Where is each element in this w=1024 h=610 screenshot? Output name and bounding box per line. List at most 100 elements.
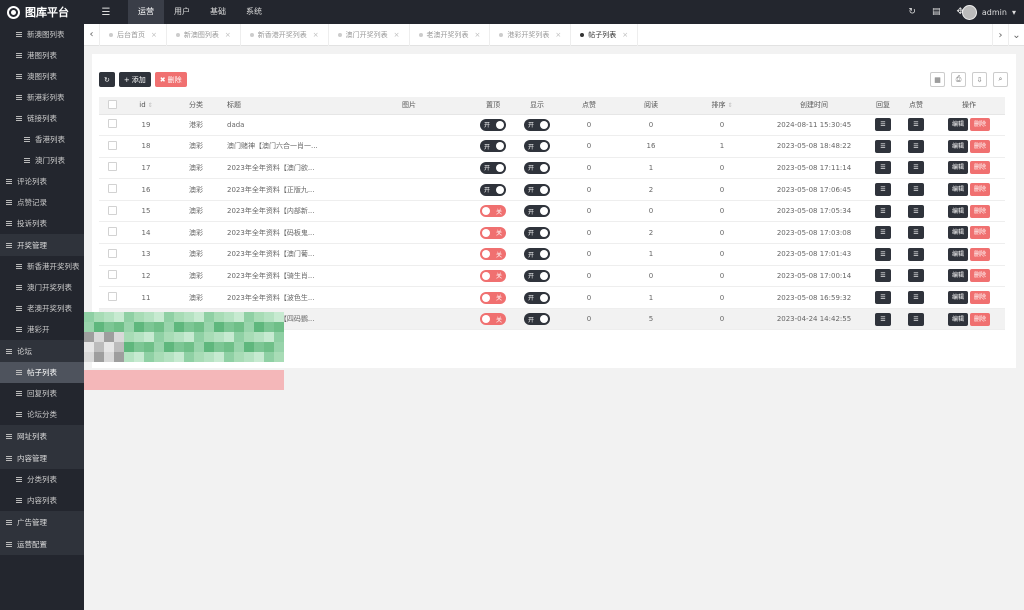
sidebar-item[interactable]: 内容列表 xyxy=(0,490,84,511)
sidebar-item[interactable]: 新澳图列表 xyxy=(0,24,84,45)
reply-button[interactable]: ☰ xyxy=(875,226,891,240)
show-toggle[interactable]: 开 xyxy=(524,269,550,282)
row-checkbox[interactable] xyxy=(107,119,117,129)
like-button[interactable]: ☰ xyxy=(908,226,924,240)
like-button[interactable]: ☰ xyxy=(908,139,924,153)
sidebar-item[interactable]: 澳门开奖列表 xyxy=(0,277,84,298)
show-toggle[interactable]: 开 xyxy=(524,140,550,153)
tab[interactable]: 老澳开奖列表 × xyxy=(410,23,491,46)
edit-button[interactable]: 编辑 xyxy=(947,226,968,240)
delete-row-button[interactable]: 删除 xyxy=(970,312,991,326)
close-icon[interactable]: × xyxy=(151,31,157,39)
like-button[interactable]: ☰ xyxy=(908,269,924,283)
show-toggle[interactable]: 开 xyxy=(524,205,550,218)
delete-row-button[interactable]: 删除 xyxy=(970,269,991,283)
show-toggle[interactable]: 开 xyxy=(524,313,550,326)
row-checkbox[interactable] xyxy=(107,184,117,194)
row-checkbox[interactable] xyxy=(107,292,117,302)
like-button[interactable]: ☰ xyxy=(908,183,924,197)
close-icon[interactable]: × xyxy=(475,31,481,39)
tab[interactable]: 港彩开奖列表 × xyxy=(490,23,572,46)
topnav-system[interactable]: 系统 xyxy=(236,0,272,24)
columns-icon[interactable]: ▦ xyxy=(930,72,945,87)
sidebar-item[interactable]: 香港列表 xyxy=(0,129,84,150)
top-toggle[interactable]: 关 xyxy=(480,269,506,282)
export-icon[interactable]: ⇩ xyxy=(972,72,987,87)
reply-button[interactable]: ☰ xyxy=(875,291,891,305)
like-button[interactable]: ☰ xyxy=(908,161,924,175)
sidebar-item[interactable]: 新港彩列表 xyxy=(0,87,84,108)
refresh-icon[interactable]: ↻ xyxy=(908,7,916,17)
row-checkbox[interactable] xyxy=(107,140,117,150)
reply-button[interactable]: ☰ xyxy=(875,312,891,326)
sidebar-item[interactable]: 运营配置 xyxy=(0,533,84,555)
sidebar-item[interactable]: 回复列表 xyxy=(0,383,84,404)
show-toggle[interactable]: 开 xyxy=(524,118,550,131)
topnav-users[interactable]: 用户 xyxy=(164,0,200,24)
sidebar-item[interactable]: 港图列表 xyxy=(0,45,84,66)
topnav-basic[interactable]: 基础 xyxy=(200,0,236,24)
close-icon[interactable]: × xyxy=(555,31,561,39)
top-toggle[interactable]: 开 xyxy=(480,161,506,174)
delete-row-button[interactable]: 删除 xyxy=(970,226,991,240)
sidebar-item[interactable]: 链接列表 xyxy=(0,108,84,129)
col-order[interactable]: 排序 ⇕ xyxy=(683,97,761,115)
user-menu[interactable]: admin ▾ xyxy=(961,0,1016,24)
close-icon[interactable]: × xyxy=(313,31,319,39)
menu-toggle-icon[interactable]: ☰ xyxy=(96,0,116,24)
refresh-button[interactable]: ↻ xyxy=(99,72,115,87)
select-all-checkbox[interactable] xyxy=(107,99,117,109)
print-icon[interactable]: ⎙ xyxy=(951,72,966,87)
sidebar-item[interactable]: 分类列表 xyxy=(0,469,84,490)
top-toggle[interactable]: 关 xyxy=(480,205,506,218)
sidebar-item[interactable]: 港彩开 xyxy=(0,319,84,340)
show-toggle[interactable]: 开 xyxy=(524,226,550,239)
add-button[interactable]: + 添加 xyxy=(118,72,151,87)
show-toggle[interactable]: 开 xyxy=(524,183,550,196)
edit-button[interactable]: 编辑 xyxy=(947,291,968,305)
chevron-right-icon[interactable]: › xyxy=(992,24,1008,46)
row-checkbox[interactable] xyxy=(107,205,117,215)
topnav-operations[interactable]: 运营 xyxy=(128,0,164,24)
delete-row-button[interactable]: 删除 xyxy=(970,139,991,153)
reply-button[interactable]: ☰ xyxy=(875,247,891,261)
close-icon[interactable]: × xyxy=(225,31,231,39)
reply-button[interactable]: ☰ xyxy=(875,204,891,218)
close-icon[interactable]: × xyxy=(394,31,400,39)
tab[interactable]: 澳门开奖列表 × xyxy=(329,23,410,46)
delete-row-button[interactable]: 删除 xyxy=(970,247,991,261)
top-toggle[interactable]: 开 xyxy=(480,118,506,131)
sidebar-item[interactable]: 评论列表 xyxy=(0,171,84,192)
show-toggle[interactable]: 开 xyxy=(524,291,550,304)
sidebar-item[interactable]: 论坛分类 xyxy=(0,404,84,425)
reply-button[interactable]: ☰ xyxy=(875,139,891,153)
like-button[interactable]: ☰ xyxy=(908,118,924,132)
like-button[interactable]: ☰ xyxy=(908,204,924,218)
tab[interactable]: 后台首页 × xyxy=(100,23,167,46)
show-toggle[interactable]: 开 xyxy=(524,161,550,174)
reply-button[interactable]: ☰ xyxy=(875,161,891,175)
sidebar-item[interactable]: 澳门列表 xyxy=(0,150,84,171)
sidebar-item[interactable]: 投诉列表 xyxy=(0,213,84,234)
sidebar-item[interactable]: 网址列表 xyxy=(0,425,84,447)
sidebar-item[interactable]: 内容管理 xyxy=(0,447,84,469)
tab[interactable]: 新澳图列表 × xyxy=(167,23,241,46)
show-toggle[interactable]: 开 xyxy=(524,248,550,261)
sidebar-item[interactable]: 新香港开奖列表 xyxy=(0,256,84,277)
edit-button[interactable]: 编辑 xyxy=(947,183,968,197)
edit-button[interactable]: 编辑 xyxy=(947,118,968,132)
top-toggle[interactable]: 开 xyxy=(480,140,506,153)
col-id[interactable]: id ⇕ xyxy=(125,97,167,115)
row-checkbox[interactable] xyxy=(107,162,117,172)
close-icon[interactable]: × xyxy=(622,31,628,39)
sidebar-item[interactable]: 论坛 xyxy=(0,340,84,362)
delete-button[interactable]: ✖ 删除 xyxy=(154,72,187,87)
tab[interactable]: 新香港开奖列表 × xyxy=(241,23,329,46)
delete-row-button[interactable]: 删除 xyxy=(970,183,991,197)
chevron-left-icon[interactable]: ‹ xyxy=(84,23,100,46)
like-button[interactable]: ☰ xyxy=(908,291,924,305)
like-button[interactable]: ☰ xyxy=(908,247,924,261)
sidebar-item[interactable]: 开奖管理 xyxy=(0,234,84,256)
top-toggle[interactable]: 关 xyxy=(480,291,506,304)
delete-row-button[interactable]: 删除 xyxy=(970,204,991,218)
